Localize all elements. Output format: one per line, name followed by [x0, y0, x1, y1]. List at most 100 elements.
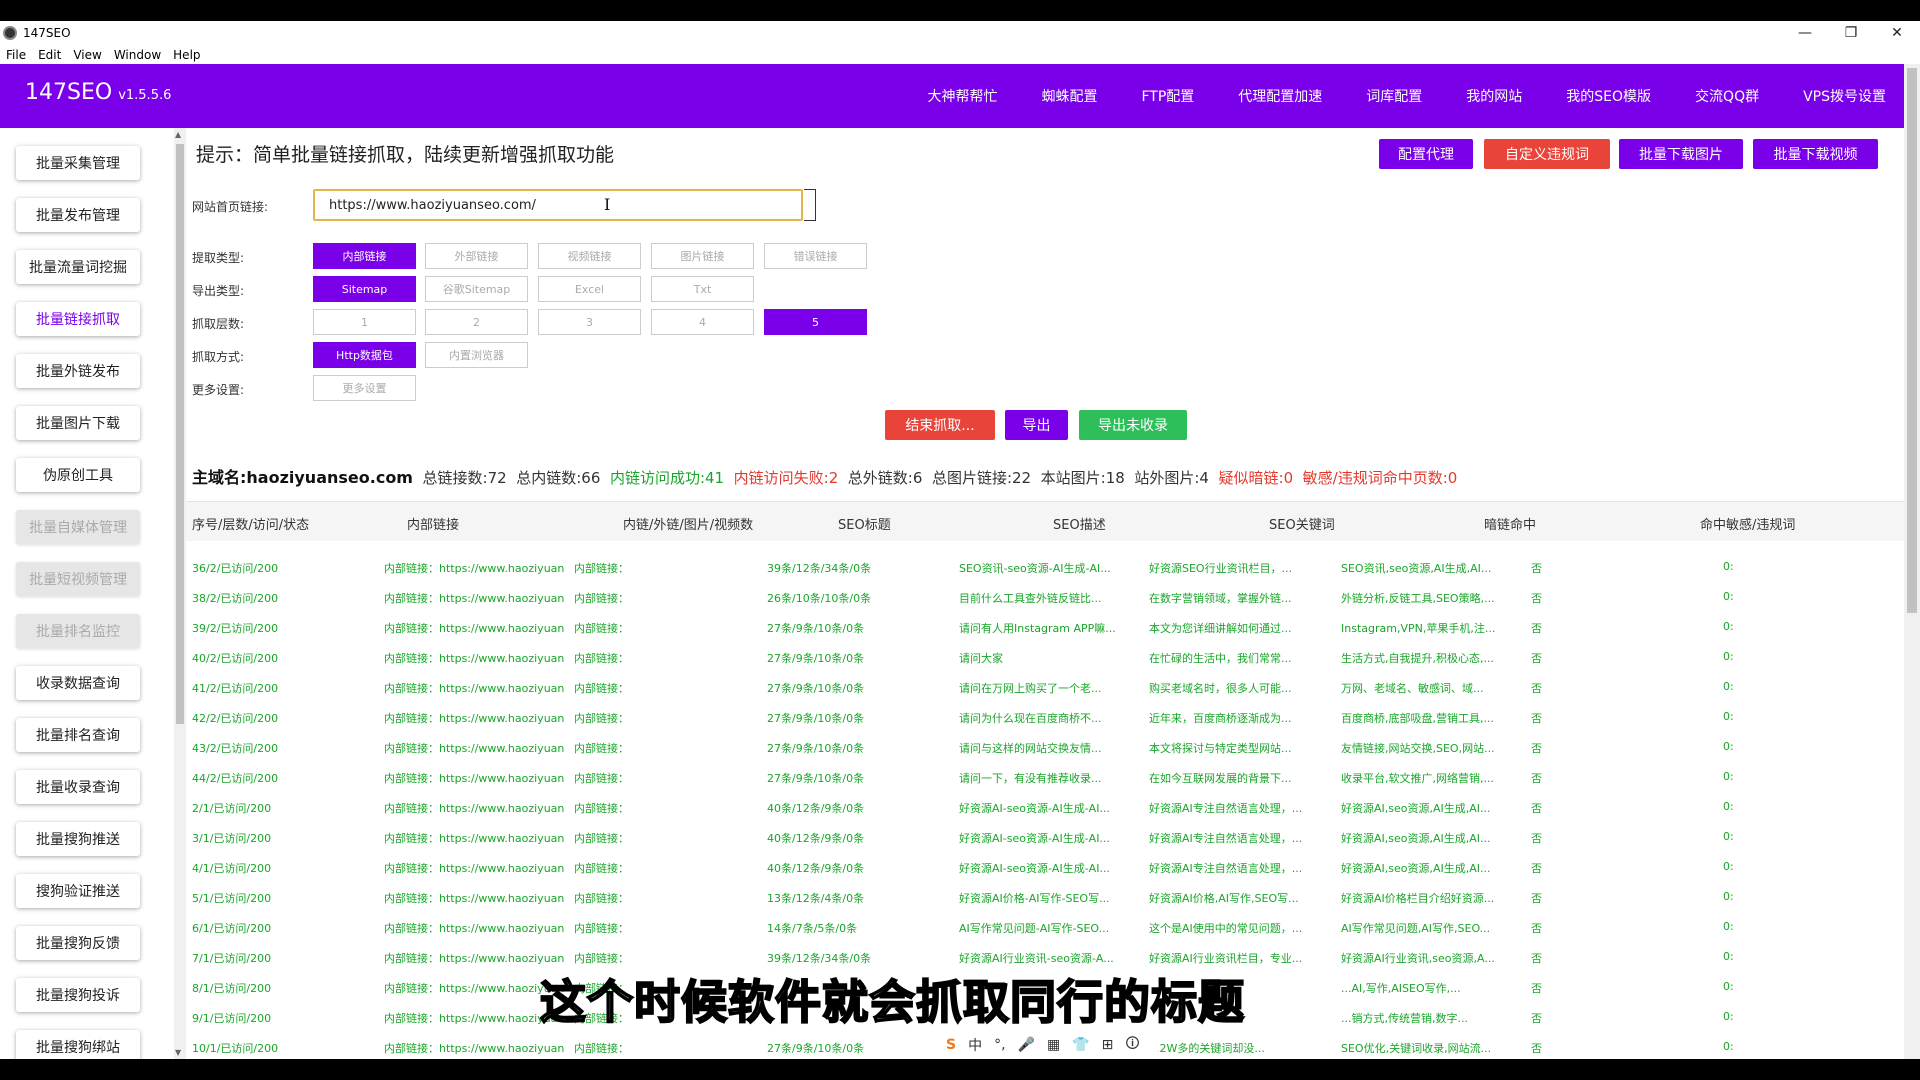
cell-link: 内部链接：https://www.haoziyuan [384, 562, 565, 575]
export-txt-option[interactable]: Txt [651, 276, 754, 302]
export-excel-option[interactable]: Excel [538, 276, 641, 302]
table-row[interactable]: 43/2/已访问/200 内部链接：https://www.haoziyuan 内部… [186, 732, 1904, 762]
batch-download-videos-button[interactable]: 批量下载视频 [1753, 139, 1878, 169]
sidebar-item-rewrite-tool[interactable]: 伪原创工具 [16, 458, 140, 492]
col-header-sensitive[interactable]: 命中敏感/违规词 [1700, 514, 1795, 533]
close-button[interactable]: ✕ [1874, 21, 1920, 45]
sogou-ime-icon[interactable]: S [946, 1037, 956, 1053]
depth-option-2[interactable]: 2 [425, 309, 528, 335]
extract-external-option[interactable]: 外部链接 [425, 243, 528, 269]
col-header-seo-keywords[interactable]: SEO关键词 [1269, 514, 1335, 533]
scroll-up-arrow-icon[interactable]: ▲ [175, 130, 181, 139]
toolbox-icon[interactable]: ⊞ [1102, 1037, 1114, 1053]
col-header-seo-title[interactable]: SEO标题 [838, 514, 891, 533]
stop-crawl-button[interactable]: 结束抓取... [885, 410, 995, 440]
col-header-seo-desc[interactable]: SEO描述 [1053, 514, 1106, 533]
restore-button[interactable]: ❐ [1828, 21, 1874, 45]
sidebar-item-short-video: 批量短视频管理 [16, 562, 140, 596]
sidebar-item-keyword-mining[interactable]: 批量流量词挖掘 [16, 250, 140, 284]
sidebar-item-link-crawl[interactable]: 批量链接抓取 [16, 302, 140, 336]
extract-error-option[interactable]: 错误链接 [764, 243, 867, 269]
nav-item-spider[interactable]: 蜘蛛配置 [1041, 86, 1097, 106]
col-header-index[interactable]: 序号/层数/访问/状态 [192, 514, 309, 533]
depth-option-5[interactable]: 5 [764, 309, 867, 335]
nav-item-vps[interactable]: VPS拨号设置 [1803, 86, 1886, 106]
col-header-dark-link[interactable]: 暗链命中 [1484, 514, 1536, 533]
table-row[interactable]: 3/1/已访问/200 内部链接：https://www.haoziyuan 内部链… [186, 822, 1904, 852]
table-row[interactable]: 40/2/已访问/200 内部链接：https://www.haoziyuan 内部… [186, 642, 1904, 672]
cell-counts: 40条/12条/9条/0条 [767, 862, 865, 875]
nav-item-qq-group[interactable]: 交流QQ群 [1695, 86, 1759, 106]
keyboard-icon[interactable]: ▦ [1047, 1037, 1060, 1053]
export-google-sitemap-option[interactable]: 谷歌Sitemap [425, 276, 528, 302]
table-row[interactable]: 4/1/已访问/200 内部链接：https://www.haoziyuan 内部链… [186, 852, 1904, 882]
method-browser-option[interactable]: 内置浏览器 [425, 342, 528, 368]
ime-chinese-mode[interactable]: 中 [968, 1035, 982, 1055]
more-settings-button[interactable]: 更多设置 [313, 375, 416, 401]
main-scrollbar[interactable] [1904, 64, 1920, 1059]
extract-image-option[interactable]: 图片链接 [651, 243, 754, 269]
scroll-down-arrow-icon[interactable]: ▼ [175, 1048, 181, 1057]
sidebar-item-collect[interactable]: 批量采集管理 [16, 146, 140, 180]
export-unindexed-button[interactable]: 导出未收录 [1079, 410, 1187, 440]
sidebar-scrollbar[interactable]: ▲ ▼ [174, 128, 186, 1059]
microphone-icon[interactable]: 🎤 [1018, 1037, 1035, 1053]
sidebar-item-index-data[interactable]: 收录数据查询 [16, 666, 140, 700]
nav-item-seo-templates[interactable]: 我的SEO模版 [1566, 86, 1651, 106]
menu-view[interactable]: View [73, 48, 101, 62]
export-button[interactable]: 导出 [1005, 410, 1068, 440]
sidebar-item-sogou-feedback[interactable]: 批量搜狗反馈 [16, 926, 140, 960]
depth-option-3[interactable]: 3 [538, 309, 641, 335]
ime-extra-icon[interactable]: 🛈 [1125, 1033, 1139, 1057]
sidebar-item-index-query[interactable]: 批量收录查询 [16, 770, 140, 804]
cell-index: 6/1/已访问/200 [192, 922, 272, 935]
table-row[interactable]: 39/2/已访问/200 内部链接：https://www.haoziyuan 内部… [186, 612, 1904, 642]
site-url-input[interactable]: https://www.haoziyuanseo.com/ [313, 189, 803, 221]
menu-window[interactable]: Window [114, 48, 161, 62]
sidebar-scroll-thumb[interactable] [176, 144, 184, 724]
main-scroll-thumb[interactable] [1907, 68, 1917, 613]
skin-icon[interactable]: 👕 [1072, 1037, 1089, 1053]
cell-counts: 27条/9条/10条/0条 [767, 772, 865, 785]
sidebar-item-sogou-verify[interactable]: 搜狗验证推送 [16, 874, 140, 908]
nav-item-my-sites[interactable]: 我的网站 [1466, 86, 1522, 106]
extract-internal-option[interactable]: 内部链接 [313, 243, 416, 269]
table-row[interactable]: 36/2/已访问/200 内部链接：https://www.haoziyuan 内部… [186, 552, 1904, 582]
depth-option-1[interactable]: 1 [313, 309, 416, 335]
col-header-counts[interactable]: 内链/外链/图片/视频数 [623, 514, 753, 533]
app-icon [3, 26, 17, 40]
export-sitemap-option[interactable]: Sitemap [313, 276, 416, 302]
depth-option-4[interactable]: 4 [651, 309, 754, 335]
nav-item-help[interactable]: 大神帮帮忙 [927, 86, 997, 106]
config-proxy-button[interactable]: 配置代理 [1379, 139, 1473, 169]
menu-file[interactable]: File [6, 48, 26, 62]
sidebar-item-backlink-publish[interactable]: 批量外链发布 [16, 354, 140, 388]
cell-link-label: 内部链接： [574, 772, 629, 785]
cell-dark-link: 否 [1531, 652, 1542, 665]
nav-item-proxy[interactable]: 代理配置加速 [1238, 86, 1322, 106]
method-http-option[interactable]: Http数据包 [313, 342, 416, 368]
sidebar-item-sogou-complaint[interactable]: 批量搜狗投诉 [16, 978, 140, 1012]
ime-punctuation-icon[interactable]: °, [994, 1037, 1005, 1053]
extract-video-option[interactable]: 视频链接 [538, 243, 641, 269]
table-row[interactable]: 2/1/已访问/200 内部链接：https://www.haoziyuan 内部链… [186, 792, 1904, 822]
sidebar-item-sogou-push[interactable]: 批量搜狗推送 [16, 822, 140, 856]
table-row[interactable]: 6/1/已访问/200 内部链接：https://www.haoziyuan 内部链… [186, 912, 1904, 942]
sidebar-item-publish[interactable]: 批量发布管理 [16, 198, 140, 232]
batch-download-images-button[interactable]: 批量下载图片 [1619, 139, 1743, 169]
table-row[interactable]: 38/2/已访问/200 内部链接：https://www.haoziyuan 内部… [186, 582, 1904, 612]
table-row[interactable]: 44/2/已访问/200 内部链接：https://www.haoziyuan 内部… [186, 762, 1904, 792]
nav-item-lexicon[interactable]: 词库配置 [1366, 86, 1422, 106]
menu-edit[interactable]: Edit [38, 48, 61, 62]
minimize-button[interactable]: — [1782, 21, 1828, 45]
sidebar-item-image-download[interactable]: 批量图片下载 [16, 406, 140, 440]
sidebar-item-rank-query[interactable]: 批量排名查询 [16, 718, 140, 752]
table-row[interactable]: 41/2/已访问/200 内部链接：https://www.haoziyuan 内部… [186, 672, 1904, 702]
custom-banned-words-button[interactable]: 自定义违规词 [1484, 139, 1610, 169]
menu-help[interactable]: Help [173, 48, 200, 62]
cell-seo-title: SEO资讯-seo资源-AI生成-AI... [959, 562, 1111, 575]
col-header-link[interactable]: 内部链接 [407, 514, 459, 533]
nav-item-ftp[interactable]: FTP配置 [1141, 86, 1194, 106]
table-row[interactable]: 5/1/已访问/200 内部链接：https://www.haoziyuan 内部链… [186, 882, 1904, 912]
table-row[interactable]: 42/2/已访问/200 内部链接：https://www.haoziyuan 内部… [186, 702, 1904, 732]
